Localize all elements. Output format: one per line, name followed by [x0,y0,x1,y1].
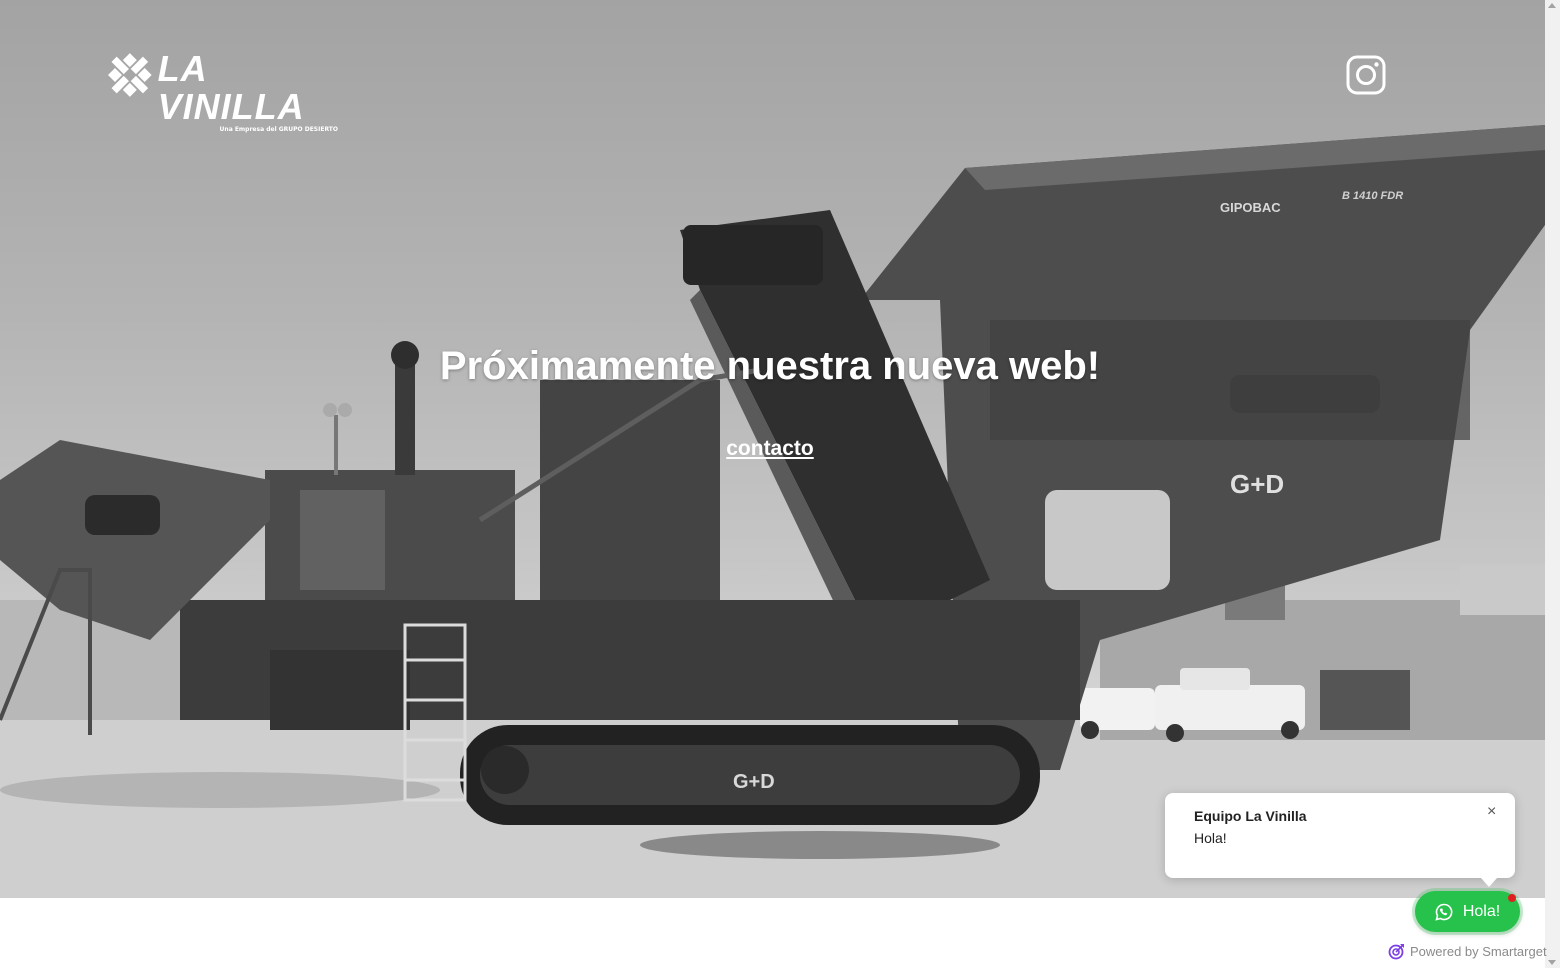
chat-message: Hola! [1194,830,1227,846]
chat-sender-name: Equipo La Vinilla [1194,808,1307,824]
powered-by-link[interactable]: Powered by Smartarget [1388,942,1547,960]
hero-section: GIPOBAC B 1410 FDR G+D G+D LA VINILLA Un… [0,0,1545,898]
x-diamond-logo-icon [108,53,152,97]
close-icon[interactable]: × [1487,804,1496,820]
scroll-up-arrow-icon[interactable] [1548,3,1556,8]
brand-tagline: Una Empresa del GRUPO DESIERTO [219,126,338,133]
contact-link[interactable]: contacto [700,437,840,461]
svg-text:B 1410 FDR: B 1410 FDR [1342,190,1403,202]
scroll-down-arrow-icon[interactable] [1548,960,1556,965]
powered-by-text: Powered by Smartarget [1410,943,1547,959]
notification-dot [1508,894,1516,902]
page-headline: Próximamente nuestra nueva web! [439,344,1101,388]
instagram-icon[interactable] [1346,55,1386,95]
chat-popup: Equipo La Vinilla Hola! × [1165,793,1515,887]
svg-text:GIPOBAC: GIPOBAC [1220,200,1281,215]
svg-text:G+D: G+D [1230,469,1284,499]
logo-text: LA VINILLA Una Empresa del GRUPO DESIERT… [157,48,338,134]
vertical-scrollbar[interactable] [1545,0,1560,968]
brand-name: LA VINILLA [157,48,305,127]
brand-logo[interactable]: LA VINILLA Una Empresa del GRUPO DESIERT… [108,50,338,133]
whatsapp-icon [1435,903,1453,921]
svg-text:G+D: G+D [733,771,775,793]
smartarget-logo-icon [1388,943,1404,959]
whatsapp-button-label: Hola! [1462,902,1501,920]
whatsapp-chat-button[interactable]: Hola! [1415,891,1520,932]
